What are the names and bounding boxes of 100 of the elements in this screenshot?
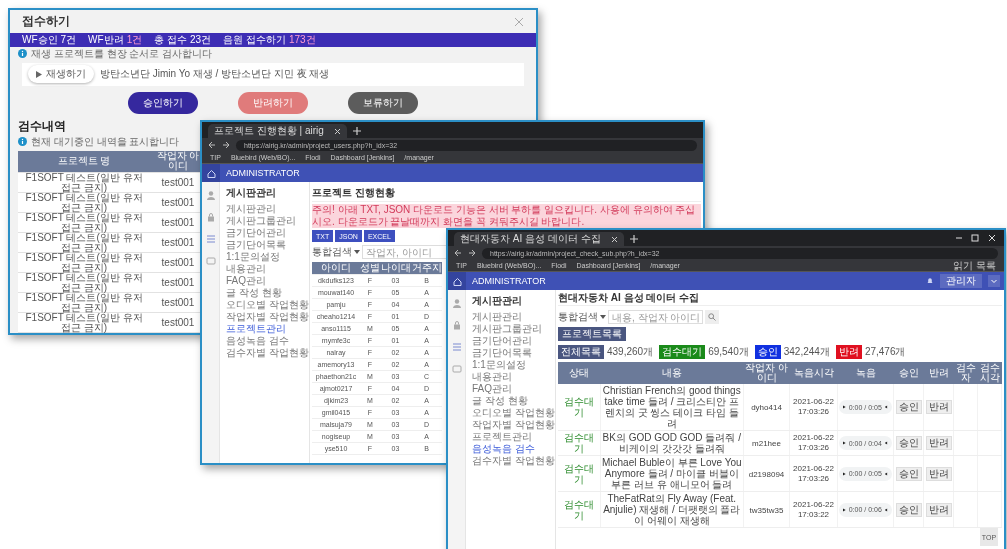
column-header: 검수자 — [955, 362, 976, 383]
sidebar-item[interactable]: 작업자별 작업현황 — [472, 419, 555, 431]
status-badge[interactable]: 승인 — [754, 344, 781, 359]
search-scope-dropdown[interactable]: 통합검색 — [558, 310, 606, 324]
approve-button[interactable]: 승인 — [895, 466, 922, 481]
column-header: 상태 — [569, 367, 589, 378]
sidebar-item[interactable]: 게시판그룹관리 — [472, 323, 555, 335]
brand-title: ADMINISTRATOR — [472, 276, 546, 286]
status-text: 검수대기 — [563, 432, 594, 454]
column-header: 작업자 아이디 — [155, 151, 201, 172]
back-arrow-icon[interactable] — [454, 249, 462, 257]
browser-tab[interactable]: 프로젝트 진행현황 | airig — [208, 124, 347, 138]
sidebar-item[interactable]: 작업자별 작업현황 — [226, 311, 309, 323]
status-badge[interactable]: 검수대기 — [659, 344, 706, 359]
count-value: 27,476개 — [864, 344, 906, 359]
home-icon[interactable] — [452, 276, 462, 286]
sidebar-item[interactable]: 금기단어목록 — [226, 239, 309, 251]
bell-icon[interactable] — [926, 277, 934, 285]
home-icon[interactable] — [206, 168, 216, 178]
sidebar-item[interactable]: 금기단어관리 — [472, 335, 555, 347]
column-header: 승인 — [898, 367, 919, 378]
play-icon[interactable] — [843, 440, 846, 446]
sidebar-item[interactable]: 검수자별 작업현황 — [226, 347, 309, 359]
play-button[interactable]: 재생하기 — [28, 65, 94, 84]
column-header: 작업자 아이디 — [745, 362, 788, 383]
column-header: 검수시각 — [979, 362, 1000, 383]
sidebar-item[interactable]: 금기단어목록 — [472, 347, 555, 359]
table-cell-text: 2021-06-22 17:03:22 — [792, 499, 835, 520]
sidebar-item[interactable]: 글 작성 현황 — [226, 287, 309, 299]
play-icon[interactable] — [843, 506, 846, 513]
reject-button[interactable]: 반려 — [925, 436, 952, 450]
browser-tab[interactable]: 현대자동차 AI 음성 데이터 수집 — [454, 232, 624, 246]
sidebar-item[interactable]: 1:1문의설정 — [472, 359, 555, 371]
table-cell-text: 2021-06-22 17:03:26 — [792, 463, 835, 484]
sidebar-item[interactable]: FAQ관리 — [472, 383, 555, 395]
table-cell: Christian French의 good things take time 들려 / 크리스티안 프렌치의 굿 씽스 테이크 타임 들려 — [602, 385, 741, 429]
action-button[interactable]: 승인하기 — [128, 92, 198, 114]
status-text: 검수대기 — [563, 396, 594, 418]
sidebar-item[interactable]: 프로젝트관리 — [226, 323, 309, 335]
stat-value: 1건 — [126, 34, 143, 46]
notice-text: 재생 프로젝트를 현장 순서로 검사합니다 — [31, 46, 213, 61]
close-icon[interactable] — [610, 235, 618, 243]
sidebar-item[interactable]: 음성녹음 검수 — [472, 443, 555, 455]
search-field[interactable]: 내용, 작업자 아이디 — [608, 310, 703, 324]
sidebar-item[interactable]: 1:1문의설정 — [226, 251, 309, 263]
approve-button[interactable]: 승인 — [895, 400, 922, 414]
reject-button[interactable]: 반려 — [925, 502, 952, 517]
user-menu-button[interactable]: 관리자 — [940, 274, 982, 288]
reject-button[interactable]: 반려 — [925, 466, 952, 481]
forward-arrow-icon[interactable] — [468, 249, 476, 257]
table-cell-text: test001 — [160, 218, 196, 228]
sidebar-item[interactable]: FAQ관리 — [226, 275, 309, 287]
table-cell-text: F1SOFT 테스트(일반 유저 접근 금지) — [24, 313, 144, 333]
sidebar-item[interactable]: 게시판관리 — [472, 311, 555, 323]
table-cell-text: test001 — [160, 198, 196, 208]
sidebar-item[interactable]: 프로젝트관리 — [472, 431, 555, 443]
play-icon — [36, 70, 42, 78]
status-badge[interactable]: 반려 — [835, 344, 862, 359]
action-button[interactable]: 보류하기 — [348, 92, 418, 114]
table-cell-text: test001 — [160, 318, 196, 328]
table-cell: tw35tw35 — [749, 505, 784, 516]
sidebar-item[interactable]: 내용관리 — [472, 371, 555, 383]
column-header: 내용 — [661, 367, 682, 378]
sidebar-item[interactable]: 내용관리 — [226, 263, 309, 275]
sidebar-item[interactable]: 음성녹음 검수 — [226, 335, 309, 347]
reading-list-link[interactable]: 읽기 목록 — [953, 260, 996, 271]
forward-arrow-icon[interactable] — [222, 141, 230, 149]
column-header: 나이대 — [380, 263, 411, 273]
sidebar-item[interactable]: 오디오별 작업현황 — [472, 407, 555, 419]
approve-button[interactable]: 승인 — [895, 502, 922, 517]
sidebar-item[interactable]: 오디오별 작업현황 — [226, 299, 309, 311]
play-icon[interactable] — [843, 470, 846, 477]
close-icon[interactable] — [333, 127, 341, 135]
new-tab-icon[interactable] — [629, 235, 638, 243]
table-cell: dyho414 — [751, 403, 782, 413]
reject-button[interactable]: 반려 — [925, 400, 952, 414]
window-controls-icon[interactable] — [954, 234, 998, 242]
stat-value: 7건 — [60, 34, 77, 46]
column-header: 녹음시각 — [793, 367, 834, 378]
sidebar-item[interactable]: 검수자별 작업현황 — [472, 455, 555, 467]
count-value: 439,260개 — [607, 344, 654, 359]
new-tab-icon[interactable] — [352, 127, 361, 135]
play-icon[interactable] — [843, 404, 846, 410]
table-cell-text: F1SOFT 테스트(일반 유저 접근 금지) — [24, 213, 144, 233]
column-header: 녹음 — [855, 367, 876, 378]
back-arrow-icon[interactable] — [208, 141, 216, 149]
sidebar-item[interactable]: 글 작성 현황 — [472, 395, 555, 407]
count-value: 342,244개 — [783, 344, 830, 359]
project-list-button[interactable]: 프로젝트목록 — [558, 327, 626, 341]
sidebar-item[interactable]: 금기단어관리 — [226, 227, 309, 239]
table-cell-text: 2021-06-22 17:03:26 — [792, 397, 835, 417]
table-cell: Michael Buble이 부른 Love You Anymore 들려 / 마이클 버블이 부른 러브 유 애니모어 들려 — [602, 457, 742, 490]
sidebar-item[interactable]: 게시판그룹관리 — [226, 215, 309, 227]
approve-button[interactable]: 승인 — [895, 436, 922, 450]
sidebar-item[interactable]: 게시판관리 — [226, 203, 309, 215]
page-title: 프로젝트 진행현황 — [312, 184, 701, 202]
stat-label: WF반려 — [88, 34, 124, 46]
dialog-title: 접수하기 — [22, 13, 70, 31]
search-scope-dropdown[interactable]: 통합검색 — [312, 245, 360, 259]
status-badge[interactable]: 전체목록 — [558, 344, 604, 359]
